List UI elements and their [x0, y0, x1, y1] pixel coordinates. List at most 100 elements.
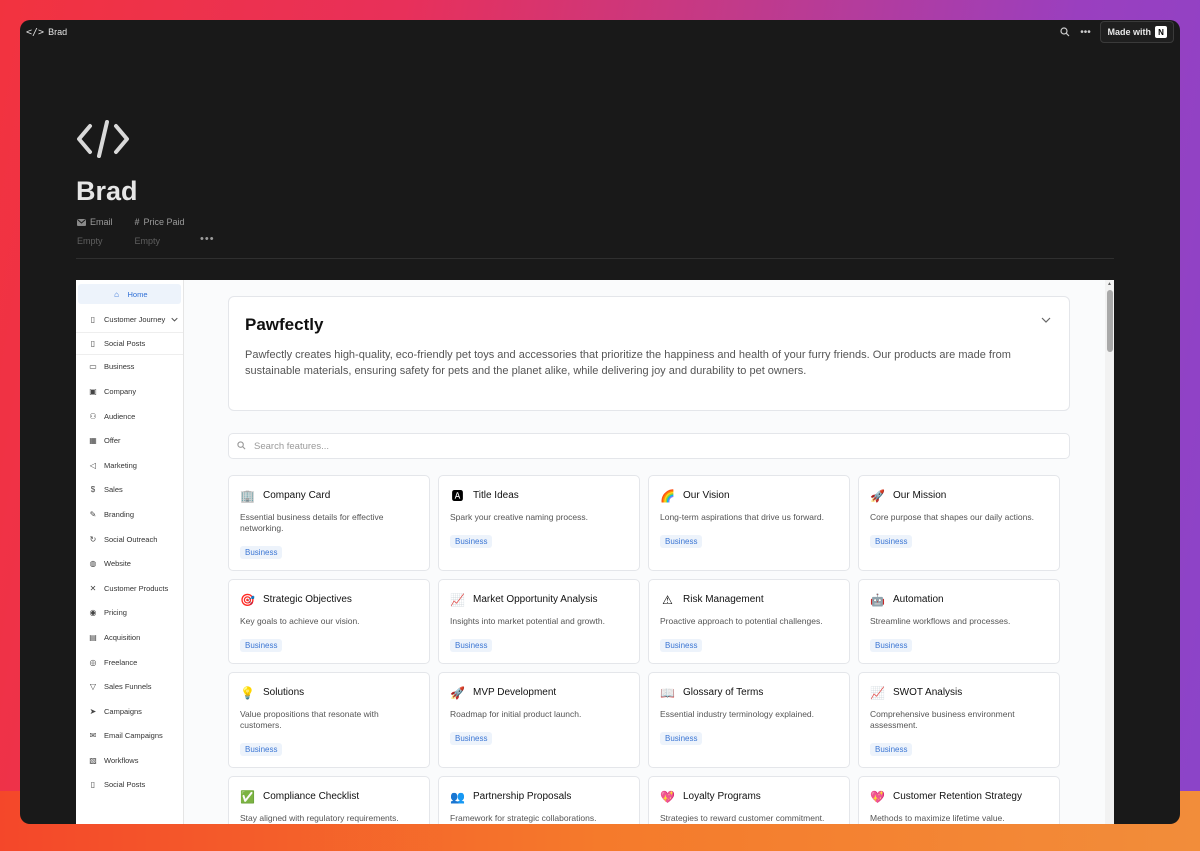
card-title: MVP Development: [473, 687, 557, 698]
property-price-paid[interactable]: # Price Paid Empty: [135, 217, 185, 246]
sidebar-item-acquisition[interactable]: ▤ Acquisition: [76, 625, 183, 650]
sidebar-item-social-outreach[interactable]: ↻ Social Outreach: [76, 527, 183, 552]
window-title[interactable]: Brad: [48, 27, 67, 37]
page-title[interactable]: Brad: [76, 176, 138, 207]
card-emoji-icon: 🤖: [870, 592, 885, 607]
card-description: Essential business details for effective…: [240, 512, 384, 533]
card-emoji-icon: 💡: [240, 685, 255, 700]
feature-card-market-opportunity-analysis[interactable]: 📈 Market Opportunity Analysis Insights int…: [438, 579, 640, 664]
card-tag: Business: [240, 743, 283, 756]
email-value[interactable]: Empty: [77, 236, 113, 246]
property-email[interactable]: Email Empty: [77, 217, 113, 246]
card-tag: Business: [660, 639, 703, 652]
sidebar-item-label: Freelance: [104, 657, 138, 667]
card-tag: Business: [450, 732, 493, 745]
card-title: Automation: [893, 594, 944, 605]
sidebar-item-website[interactable]: ◍ Website: [76, 551, 183, 576]
sidebar-item-freelance[interactable]: ◎ Freelance: [76, 650, 183, 675]
sidebar-item-workflows[interactable]: ▧ Workflows: [76, 748, 183, 773]
sidebar-item-label: Website: [104, 559, 131, 569]
book-icon: ▤: [89, 632, 97, 642]
card-emoji-icon: 👥: [450, 789, 465, 804]
intro-description: Pawfectly creates high-quality, eco-frie…: [245, 349, 1011, 377]
sidebar-item-social-posts[interactable]: ▯ Social Posts: [76, 333, 183, 355]
card-emoji-icon: 🏢: [240, 488, 255, 503]
card-title: Strategic Objectives: [263, 594, 352, 605]
feature-card-strategic-objectives[interactable]: 🎯 Strategic Objectives Key goals to achiev…: [228, 579, 430, 664]
card-description: Roadmap for initial product launch.: [450, 709, 582, 719]
sidebar-item-label: Company: [104, 386, 137, 396]
feature-card-compliance-checklist[interactable]: ✅ Compliance Checklist Stay aligned with r…: [228, 776, 430, 824]
card-description: Streamline workflows and processes.: [870, 616, 1011, 626]
sidebar-item-branding[interactable]: ✎ Branding: [76, 502, 183, 527]
sidebar-item-home[interactable]: ⌂ Home: [78, 284, 181, 304]
code-page-icon[interactable]: [76, 118, 130, 165]
phone-icon: ▯: [90, 780, 96, 790]
search-input[interactable]: [254, 440, 654, 452]
sidebar-item-company[interactable]: ▣ Company: [76, 379, 183, 404]
sidebar-item-label: Audience: [104, 411, 136, 421]
card-emoji-icon: ⚠: [662, 592, 673, 607]
sidebar-item-sales-funnels[interactable]: ▽ Sales Funnels: [76, 674, 183, 699]
card-title: Partnership Proposals: [473, 791, 572, 802]
feature-card-title-ideas[interactable]: 🅰 Title Ideas Spark your creative naming p…: [438, 475, 640, 571]
feature-card-automation[interactable]: 🤖 Automation Streamline workflows and proc…: [858, 579, 1060, 664]
search-icon[interactable]: [1058, 25, 1072, 39]
card-title: Loyalty Programs: [683, 791, 761, 802]
search-bar: [228, 433, 1070, 459]
sidebar-item-sales[interactable]: $ Sales: [76, 478, 183, 503]
sidebar-item-campaigns[interactable]: ➤ Campaigns: [76, 699, 183, 724]
layers-icon: ▧: [89, 755, 97, 765]
sidebar-item-pricing[interactable]: ◉ Pricing: [76, 601, 183, 626]
scroll-up-arrow-icon[interactable]: ▲: [1107, 281, 1112, 287]
feature-card-loyalty-programs[interactable]: 💖 Loyalty Programs Strategies to reward cu…: [648, 776, 850, 824]
more-icon[interactable]: •••: [1078, 25, 1092, 39]
feature-card-partnership-proposals[interactable]: 👥 Partnership Proposals Framework for stra…: [438, 776, 640, 824]
page-properties: Email Empty # Price Paid Empty: [77, 217, 185, 246]
sidebar-item-email-campaigns[interactable]: ✉ Email Campaigns: [76, 724, 183, 749]
feature-card-mvp-development[interactable]: 🚀 MVP Development Roadmap for initial prod…: [438, 672, 640, 768]
card-emoji-icon: 📖: [660, 685, 675, 700]
sidebar-item-social-posts[interactable]: ▯ Social Posts: [76, 773, 183, 798]
sidebar-item-label: Workflows: [104, 755, 139, 765]
feature-card-glossary-of-terms[interactable]: 📖 Glossary of Terms Essential industry ter…: [648, 672, 850, 768]
sidebar-item-customer-journey[interactable]: ▯ Customer Journey: [76, 308, 183, 333]
sidebar-item-label: Customer Products: [104, 583, 169, 593]
sidebar-item-audience[interactable]: ⚇ Audience: [76, 404, 183, 429]
feature-card-solutions[interactable]: 💡 Solutions Value propositions that resona…: [228, 672, 430, 768]
card-title: Company Card: [263, 490, 331, 501]
dollar-icon: $: [90, 485, 96, 495]
share-icon: ↻: [89, 534, 97, 544]
feature-card-risk-management[interactable]: ⚠ Risk Management Proactive approach to po…: [648, 579, 850, 664]
more-properties-icon[interactable]: •••: [200, 233, 215, 245]
price-paid-value[interactable]: Empty: [135, 236, 185, 246]
card-tag: Business: [450, 535, 493, 548]
sidebar-item-label: Social Posts: [104, 780, 146, 790]
chevron-down-icon[interactable]: [1041, 315, 1051, 326]
made-with-notion-button[interactable]: Made with N: [1100, 21, 1174, 43]
sidebar-item-customer-products[interactable]: ✕ Customer Products: [76, 576, 183, 601]
card-title: Our Mission: [893, 490, 947, 501]
sidebar-item-business[interactable]: ▭ Business: [76, 355, 183, 380]
sidebar-item-marketing[interactable]: ◁ Marketing: [76, 453, 183, 478]
feature-card-customer-retention-strategy[interactable]: 💖 Customer Retention Strategy Methods to m…: [858, 776, 1060, 824]
card-tag: Business: [240, 639, 283, 652]
scrollbar-thumb[interactable]: [1107, 290, 1113, 352]
card-description: Insights into market potential and growt…: [450, 616, 605, 626]
feature-card-our-mission[interactable]: 🚀 Our Mission Core purpose that shapes our…: [858, 475, 1060, 571]
feature-card-swot-analysis[interactable]: 📈 SWOT Analysis Comprehensive business env…: [858, 672, 1060, 768]
envelope-icon: [77, 218, 86, 226]
feature-card-our-vision[interactable]: 🌈 Our Vision Long-term aspirations that dr…: [648, 475, 850, 571]
notion-window: </> Brad ••• Made with N Brad Email Empt…: [20, 20, 1180, 824]
scrollbar[interactable]: ▲: [1105, 280, 1114, 824]
card-title: Glossary of Terms: [683, 687, 764, 698]
sidebar-item-label: Business: [104, 362, 135, 372]
intro-title: Pawfectly: [245, 315, 324, 334]
users-icon: ⚇: [89, 411, 97, 421]
sidebar-item-label: Home: [127, 289, 148, 299]
feature-card-company-card[interactable]: 🏢 Company Card Essential business details …: [228, 475, 430, 571]
card-title: Solutions: [263, 687, 305, 698]
sidebar-item-offer[interactable]: ▦ Offer: [76, 428, 183, 453]
card-title: SWOT Analysis: [893, 687, 963, 698]
card-emoji-icon: 🚀: [870, 488, 885, 503]
